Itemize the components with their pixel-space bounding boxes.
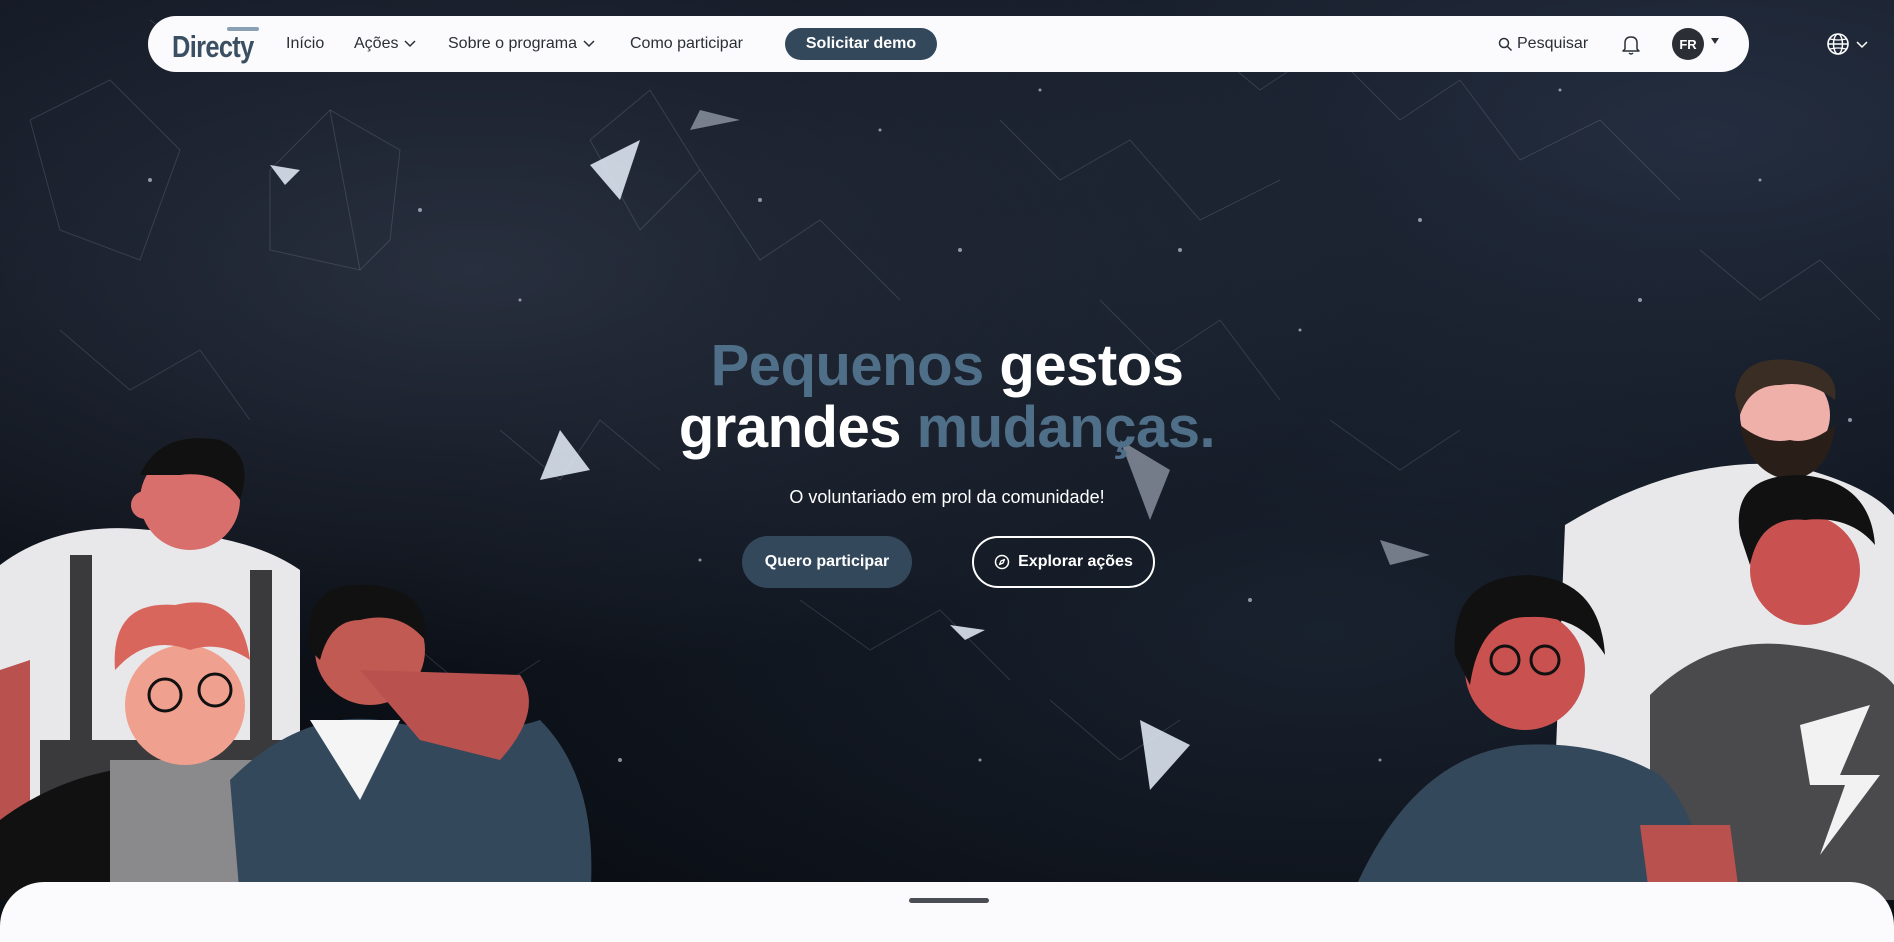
top-navbar: Directy Início Ações Sobre o programa Co…: [148, 16, 1749, 72]
explore-actions-label: Explorar ações: [1018, 553, 1133, 570]
bottom-sheet-panel: [0, 882, 1894, 942]
nav-item-label: Como participar: [630, 35, 743, 52]
search-button[interactable]: Pesquisar: [1498, 16, 1588, 72]
search-icon: [1498, 37, 1513, 51]
compass-icon: [994, 554, 1010, 570]
search-label: Pesquisar: [1517, 35, 1589, 52]
directy-logo[interactable]: Directy: [172, 24, 259, 64]
nav-item-inicio[interactable]: Início: [286, 16, 324, 72]
headline-word: grandes: [678, 395, 902, 460]
participate-button[interactable]: Quero participar: [742, 536, 912, 588]
globe-icon[interactable]: [1826, 32, 1850, 56]
user-avatar[interactable]: FR: [1672, 28, 1704, 60]
headline-word: gestos: [999, 333, 1184, 398]
drag-handle[interactable]: [909, 898, 989, 903]
nav-item-como-participar[interactable]: Como participar: [630, 16, 743, 72]
chevron-down-icon: [583, 40, 595, 48]
logo-text: Directy: [172, 29, 254, 64]
chevron-down-icon[interactable]: [1856, 41, 1868, 49]
chevron-down-icon: [404, 40, 416, 48]
nav-item-label: Sobre o programa: [448, 35, 577, 52]
caret-down-icon[interactable]: [1711, 38, 1719, 44]
nav-item-acoes[interactable]: Ações: [354, 16, 416, 72]
nav-item-label: Início: [286, 35, 325, 52]
headline-accent-word: mudanças.: [916, 395, 1216, 460]
hero-subtitle: O voluntariado em prol da comunidade!: [789, 487, 1105, 507]
request-demo-button[interactable]: Solicitar demo: [785, 28, 937, 60]
hero-headline: Pequenos gestos grandes mudanças.: [0, 335, 1894, 459]
bell-icon[interactable]: [1620, 33, 1642, 55]
headline-accent-word: Pequenos: [710, 333, 985, 398]
explore-actions-button[interactable]: Explorar ações: [972, 536, 1155, 588]
nav-item-label: Ações: [354, 35, 399, 52]
nav-item-sobre-o-programa[interactable]: Sobre o programa: [448, 16, 595, 72]
